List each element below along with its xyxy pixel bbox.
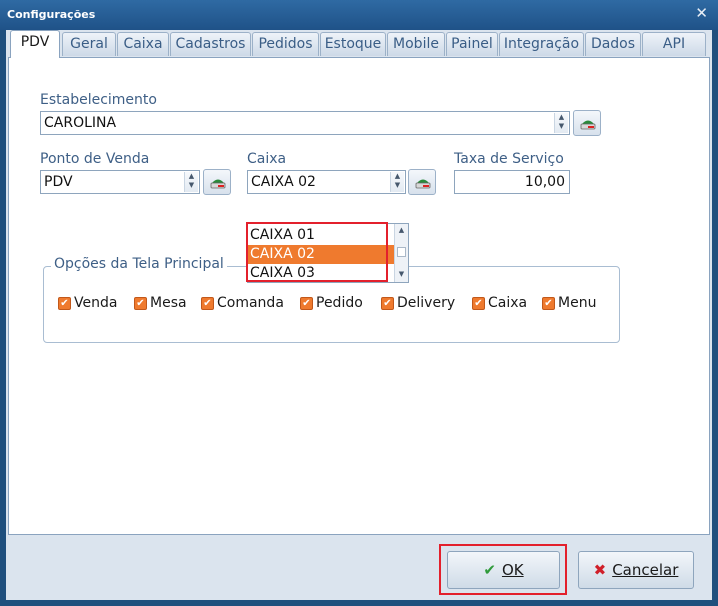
estabelecimento-combo[interactable]: CAROLINA ▲ ▼ (40, 111, 570, 135)
checkbox-checked-icon: ✔ (201, 297, 214, 310)
caixa-lookup-button[interactable] (408, 169, 436, 195)
dropdown-scrollbar[interactable]: ▲ ▼ (394, 224, 408, 282)
caixa-option[interactable]: CAIXA 01 (248, 226, 394, 245)
tab-label: Mobile (393, 36, 439, 52)
ok-button[interactable]: ✔ OK (447, 551, 560, 589)
checkbox-label: Delivery (397, 295, 456, 311)
group-title: Opções da Tela Principal (51, 256, 227, 272)
tab-label: Integração (503, 36, 580, 52)
tab-pedidos[interactable]: Pedidos (252, 32, 319, 56)
window-title: Configurações (7, 8, 96, 21)
tab-mobile[interactable]: Mobile (387, 32, 445, 56)
checkbox-checked-icon: ✔ (134, 297, 147, 310)
scroll-down-icon[interactable]: ▼ (395, 270, 408, 278)
cancel-button[interactable]: ✖ Cancelar (578, 551, 694, 589)
cash-register-icon (210, 179, 226, 189)
title-bar: Configurações ✕ (0, 0, 718, 30)
dialog-body: PDV Geral Caixa Cadastros Pedidos Estoqu… (6, 30, 712, 600)
scroll-thumb[interactable] (397, 247, 406, 257)
checkbox-label: Caixa (488, 295, 528, 311)
scroll-up-icon[interactable]: ▲ (395, 226, 408, 234)
checkbox-checked-icon: ✔ (381, 297, 394, 310)
caixa-spin[interactable]: ▲ ▼ (390, 172, 404, 192)
estabelecimento-spin[interactable]: ▲ ▼ (554, 113, 568, 133)
tab-estoque[interactable]: Estoque (320, 32, 386, 56)
ok-button-label: OK (501, 561, 524, 579)
estabelecimento-value: CAROLINA (44, 115, 117, 131)
close-icon[interactable]: ✕ (695, 6, 708, 21)
tab-label: PDV (20, 34, 50, 50)
caixa-option-selected[interactable]: CAIXA 02 (248, 245, 394, 264)
tab-label: API (662, 36, 686, 52)
estabelecimento-label: Estabelecimento (40, 92, 157, 108)
ponto-venda-spin[interactable]: ▲ ▼ (184, 172, 198, 192)
taxa-servico-label: Taxa de Serviço (454, 151, 564, 167)
checkbox-checked-icon: ✔ (472, 297, 485, 310)
caixa-option[interactable]: CAIXA 03 (248, 264, 394, 283)
tab-label: Caixa (123, 36, 163, 52)
tab-panel-pdv: Estabelecimento CAROLINA ▲ ▼ Ponto de Ven… (8, 57, 710, 535)
ponto-venda-value: PDV (44, 174, 73, 190)
tab-cadastros[interactable]: Cadastros (170, 32, 251, 56)
tab-pdv[interactable]: PDV (10, 30, 60, 58)
tab-api[interactable]: API (642, 32, 706, 56)
caixa-label: Caixa (247, 151, 287, 167)
ponto-venda-combo[interactable]: PDV ▲ ▼ (40, 170, 200, 194)
estabelecimento-lookup-button[interactable] (573, 110, 601, 136)
cancel-button-label: Cancelar (612, 561, 679, 579)
tab-integracao[interactable]: Integração (499, 32, 584, 56)
ponto-venda-lookup-button[interactable] (203, 169, 231, 195)
checkbox-label: Menu (558, 295, 597, 311)
tab-caixa[interactable]: Caixa (117, 32, 169, 56)
caixa-dropdown-list: CAIXA 01 CAIXA 02 CAIXA 03 ▲ ▼ (247, 223, 409, 283)
caixa-combo[interactable]: CAIXA 02 ▲ ▼ (247, 170, 406, 194)
checkbox-label: Venda (74, 295, 118, 311)
checkbox-checked-icon: ✔ (300, 297, 313, 310)
tab-label: Pedidos (258, 36, 313, 52)
ponto-venda-label: Ponto de Venda (40, 151, 150, 167)
cash-register-icon (580, 120, 596, 130)
tab-label: Dados (590, 36, 636, 52)
tab-label: Cadastros (175, 36, 246, 52)
taxa-servico-value: 10,00 (524, 174, 565, 190)
tab-label: Painel (451, 36, 493, 52)
checkbox-label: Mesa (150, 295, 187, 311)
checkbox-label: Pedido (316, 295, 363, 311)
checkbox-checked-icon: ✔ (58, 297, 71, 310)
tab-dados[interactable]: Dados (585, 32, 641, 56)
taxa-servico-input[interactable]: 10,00 (454, 170, 570, 194)
tab-label: Geral (70, 36, 108, 52)
x-icon: ✖ (593, 561, 607, 579)
tab-geral[interactable]: Geral (62, 32, 116, 56)
tab-painel[interactable]: Painel (446, 32, 498, 56)
caixa-value: CAIXA 02 (251, 174, 316, 190)
cash-register-icon (415, 179, 431, 189)
check-icon: ✔ (483, 561, 496, 579)
tab-label: Estoque (324, 36, 382, 52)
checkbox-checked-icon: ✔ (542, 297, 555, 310)
checkbox-label: Comanda (217, 295, 284, 311)
